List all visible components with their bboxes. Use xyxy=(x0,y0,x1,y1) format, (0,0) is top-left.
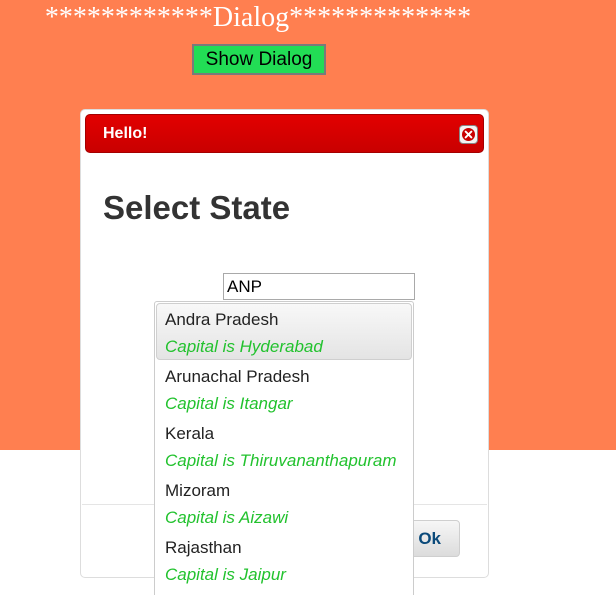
autocomplete-list[interactable]: Andra Pradesh Capital is Hyderabad Aruna… xyxy=(154,301,414,595)
close-button[interactable] xyxy=(459,125,478,144)
close-icon xyxy=(462,128,475,141)
state-capital: Capital is Itangar xyxy=(165,394,293,413)
autocomplete-item[interactable]: Kerala Capital is Thiruvananthapuram xyxy=(156,417,412,474)
state-capital: Capital is Thiruvananthapuram xyxy=(165,451,397,470)
autocomplete-item[interactable]: Rajasthan Capital is Jaipur xyxy=(156,531,412,588)
show-dialog-button[interactable]: Show Dialog xyxy=(192,44,326,75)
state-name: Arunachal Pradesh xyxy=(165,367,310,386)
state-name: Kerala xyxy=(165,424,215,443)
dialog-title: Hello! xyxy=(103,125,148,142)
state-name: Andra Pradesh xyxy=(165,310,279,329)
state-search-input[interactable] xyxy=(223,273,415,300)
state-capital: Capital is Hyderabad xyxy=(165,337,323,356)
state-capital: Capital is Jaipur xyxy=(165,565,286,584)
page: ************Dialog************* Show Dia… xyxy=(0,0,616,595)
page-heading: ************Dialog************* xyxy=(44,2,472,33)
dialog-heading: Select State xyxy=(103,189,291,226)
autocomplete-item[interactable]: Mizoram Capital is Aizawi xyxy=(156,474,412,531)
state-name: Rajasthan xyxy=(165,538,242,557)
autocomplete-item[interactable]: Andra Pradesh Capital is Hyderabad xyxy=(156,303,412,360)
autocomplete-item[interactable]: Arunachal Pradesh Capital is Itangar xyxy=(156,360,412,417)
dialog-titlebar[interactable]: Hello! xyxy=(85,114,484,153)
state-name: Mizoram xyxy=(165,481,231,500)
state-capital: Capital is Aizawi xyxy=(165,508,289,527)
